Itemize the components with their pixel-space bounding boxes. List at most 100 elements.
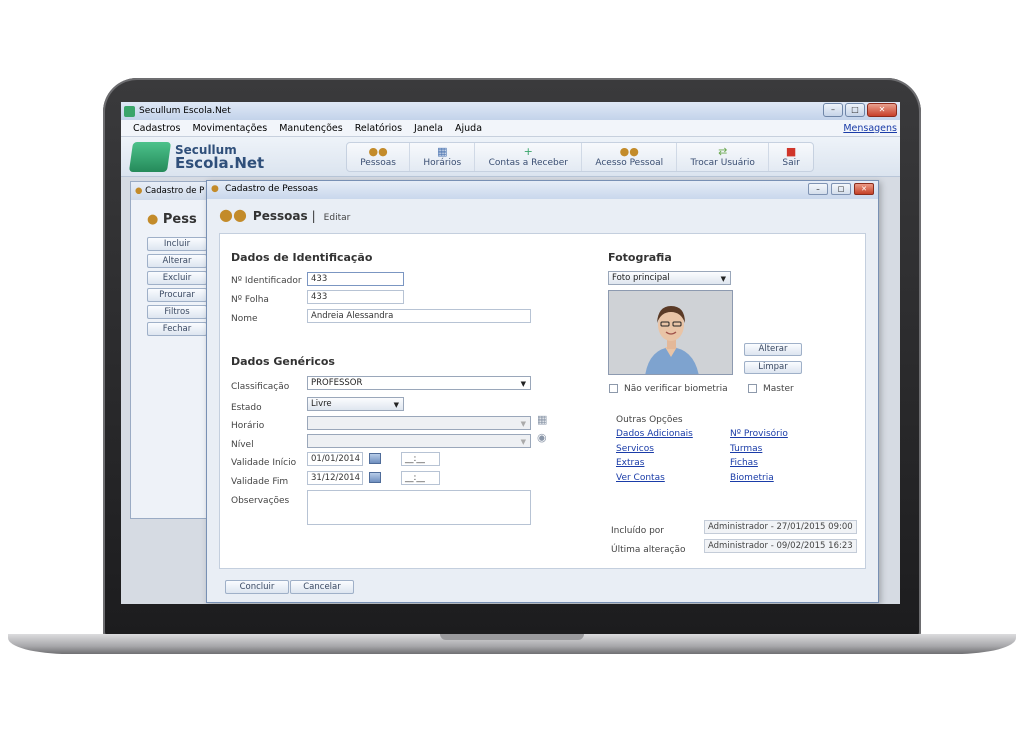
classificacao-select[interactable]: PROFESSOR ▼	[307, 376, 531, 390]
logo-badge	[128, 142, 172, 172]
dialog-close-button[interactable]: ✕	[854, 183, 874, 195]
nao-verificar-biometria-label: Não verificar biometria	[624, 384, 728, 394]
outras-opcoes-title: Outras Opções	[616, 415, 683, 425]
dialog-title: Cadastro de Pessoas	[225, 184, 318, 194]
link-extras[interactable]: Extras	[616, 458, 644, 468]
excluir-button[interactable]: Excluir	[147, 271, 207, 285]
toolbar-sair[interactable]: ■ Sair	[769, 143, 813, 171]
schedule-icon: ▦	[437, 145, 448, 158]
link-ver-contas[interactable]: Ver Contas	[616, 473, 665, 483]
nivel-select[interactable]: ▼	[307, 434, 531, 448]
ultima-alteracao-value: Administrador - 09/02/2015 16:23	[704, 539, 857, 553]
maximize-button[interactable]: □	[845, 103, 865, 117]
menu-movimentacoes[interactable]: Movimentações	[192, 123, 267, 134]
nivel-label: Nível	[231, 440, 254, 450]
horario-label: Horário	[231, 421, 265, 431]
master-label: Master	[763, 384, 794, 394]
foto-select[interactable]: Foto principal ▼	[608, 271, 731, 285]
estado-select[interactable]: Livre ▼	[307, 397, 404, 411]
form-panel: Dados de Identificação Nº Identificador …	[219, 233, 866, 569]
dialog-controls: – □ ✕	[808, 183, 874, 195]
link-numero-provisorio[interactable]: Nº Provisório	[730, 429, 788, 439]
horario-select[interactable]: ▼	[307, 416, 531, 430]
menu-cadastros[interactable]: Cadastros	[133, 123, 180, 134]
toolbar-contas-a-receber[interactable]: + Contas a Receber	[475, 143, 583, 171]
screen: Secullum Escola.Net – □ ✕ Cadastros Movi…	[121, 102, 900, 604]
id-input[interactable]: 433	[307, 272, 404, 286]
nome-label: Nome	[231, 314, 258, 324]
observacoes-label: Observações	[231, 496, 290, 506]
chevron-down-icon: ▼	[393, 401, 399, 409]
access-icon: ●●	[619, 145, 639, 158]
people-icon: ●●	[368, 145, 388, 158]
cancelar-button[interactable]: Cancelar	[290, 580, 354, 594]
link-biometria[interactable]: Biometria	[730, 473, 774, 483]
limpar-foto-button[interactable]: Limpar	[744, 361, 802, 374]
link-dados-adicionais[interactable]: Dados Adicionais	[616, 429, 693, 439]
toolbar-strip: ●● Pessoas ▦ Horários + Contas a Receber…	[346, 142, 814, 172]
dialog-maximize-button[interactable]: □	[831, 183, 851, 195]
menu-ajuda[interactable]: Ajuda	[455, 123, 482, 134]
person-photo-image	[609, 291, 732, 374]
calendar-icon[interactable]	[369, 453, 381, 464]
calendar-icon[interactable]	[369, 472, 381, 483]
filtros-button[interactable]: Filtros	[147, 305, 207, 319]
link-servicos[interactable]: Servicos	[616, 444, 654, 454]
alterar-button[interactable]: Alterar	[147, 254, 207, 268]
laptop-notch	[440, 634, 584, 640]
folha-input[interactable]: 433	[307, 290, 404, 304]
nao-verificar-biometria-checkbox[interactable]	[609, 384, 618, 393]
heading-separator: |	[311, 209, 316, 223]
fechar-button[interactable]: Fechar	[147, 322, 207, 336]
menu-bar: Cadastros Movimentações Manutenções Rela…	[121, 120, 900, 137]
link-fichas[interactable]: Fichas	[730, 458, 758, 468]
toolbar-acesso-pessoal[interactable]: ●● Acesso Pessoal	[582, 143, 678, 171]
person-photo	[608, 290, 733, 375]
chevron-down-icon: ▼	[520, 420, 526, 428]
validade-fim-input[interactable]: 31/12/2014	[307, 471, 363, 485]
close-button[interactable]: ✕	[867, 103, 897, 117]
chevron-down-icon: ▼	[520, 438, 526, 446]
menu-relatorios[interactable]: Relatórios	[355, 123, 402, 134]
ultima-alteracao-label: Última alteração	[611, 545, 686, 555]
procurar-button[interactable]: Procurar	[147, 288, 207, 302]
validade-inicio-input[interactable]: 01/01/2014	[307, 452, 363, 466]
messages-link[interactable]: Mensagens	[843, 123, 897, 134]
estado-label: Estado	[231, 403, 262, 413]
toolbar-trocar-usuario[interactable]: ⇄ Trocar Usuário	[677, 143, 770, 171]
nome-input[interactable]: Andreia Alessandra	[307, 309, 531, 323]
menu-janela[interactable]: Janela	[414, 123, 443, 134]
receivable-icon: +	[523, 145, 533, 158]
master-checkbox[interactable]	[748, 384, 757, 393]
toolbar-pessoas[interactable]: ●● Pessoas	[347, 143, 411, 171]
observacoes-textarea[interactable]	[307, 490, 531, 525]
page-title: Pessoas	[252, 209, 308, 223]
link-turmas[interactable]: Turmas	[730, 444, 762, 454]
incluido-por-value: Administrador - 27/01/2015 09:00	[704, 520, 857, 534]
concluir-button[interactable]: Concluir	[225, 580, 289, 594]
level-icon[interactable]: ◉	[537, 431, 547, 444]
alterar-foto-button[interactable]: Alterar	[744, 343, 802, 356]
incluir-button[interactable]: Incluir	[147, 237, 207, 251]
id-label: Nº Identificador	[231, 276, 302, 286]
schedule-icon[interactable]: ▦	[537, 413, 547, 426]
people-icon: ●●	[219, 205, 247, 224]
window-controls: – □ ✕	[823, 103, 897, 117]
incluido-por-label: Incluído por	[611, 526, 665, 536]
dialog-minimize-button[interactable]: –	[808, 183, 828, 195]
validade-inicio-time[interactable]: __:__	[401, 452, 440, 466]
toolbar-horarios[interactable]: ▦ Horários	[410, 143, 476, 171]
dialog-titlebar: ● Cadastro de Pessoas – □ ✕	[207, 181, 878, 199]
section-genericos: Dados Genéricos	[231, 355, 335, 368]
section-fotografia: Fotografia	[608, 251, 672, 264]
people-icon: ●	[147, 212, 159, 227]
menu-manutencoes[interactable]: Manutenções	[279, 123, 342, 134]
logo-text: Secullum Escola.Net	[175, 143, 265, 172]
switch-user-icon: ⇄	[718, 145, 728, 158]
validade-fim-time[interactable]: __:__	[401, 471, 440, 485]
mode-label: Editar	[323, 213, 351, 223]
chevron-down-icon: ▼	[720, 275, 726, 283]
minimize-button[interactable]: –	[823, 103, 843, 117]
toolbar: Secullum Escola.Net ●● Pessoas ▦ Horário…	[121, 137, 900, 177]
app-titlebar: Secullum Escola.Net – □ ✕	[121, 102, 900, 120]
